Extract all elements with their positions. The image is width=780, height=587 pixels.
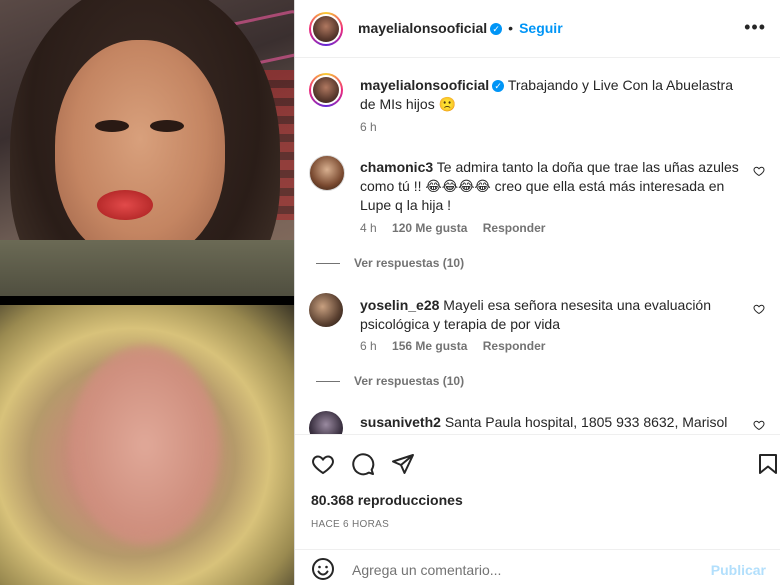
bookmark-icon[interactable]: [756, 452, 780, 476]
comment-avatar[interactable]: [309, 155, 345, 191]
comment-text: Santa Paula hospital, 1805 933 8632, Mar…: [444, 414, 728, 430]
comment-username[interactable]: yoselin_e28: [360, 297, 439, 313]
comment-likes[interactable]: 120 Me gusta: [392, 221, 467, 235]
like-comment-heart-icon[interactable]: [753, 419, 765, 431]
comment-avatar[interactable]: [309, 293, 343, 327]
view-replies-button[interactable]: Ver respuestas (10): [316, 256, 464, 270]
comment-item: chamonic3 Te admira tanto la doña que tr…: [309, 155, 765, 275]
views-count[interactable]: 80.368 reproducciones: [311, 492, 463, 508]
comment-time: 4 h: [360, 221, 377, 235]
post-panel: mayelialonsooficial ✓ • Seguir ••• mayelial…: [295, 0, 780, 585]
add-comment-bar: Publicar: [295, 549, 780, 587]
caption: mayelialonsooficial ✓ Trabajando y Live C…: [309, 73, 765, 153]
separator-dot: •: [508, 20, 514, 36]
caption-time: 6 h: [360, 120, 377, 134]
follow-button[interactable]: Seguir: [519, 20, 563, 36]
comment-time: 6 h: [360, 339, 377, 353]
post-timestamp[interactable]: HACE 6 HORAS: [311, 519, 389, 530]
like-comment-heart-icon[interactable]: [753, 303, 765, 315]
post-media[interactable]: [0, 0, 294, 585]
comment-item: yoselin_e28 Mayeli esa señora nesesita u…: [309, 293, 765, 413]
comment-likes[interactable]: 156 Me gusta: [392, 339, 467, 353]
comment-avatar[interactable]: [309, 411, 343, 434]
verified-icon: ✓: [492, 80, 505, 93]
caption-avatar[interactable]: [309, 73, 343, 107]
emoji-icon[interactable]: [311, 557, 335, 581]
comment-icon[interactable]: [351, 452, 375, 476]
reply-button[interactable]: Responder: [483, 221, 546, 235]
view-replies-button[interactable]: Ver respuestas (10): [316, 374, 464, 388]
comment-username[interactable]: susaniveth2: [360, 414, 441, 430]
share-icon[interactable]: [391, 452, 415, 476]
post-actions: 80.368 reproducciones HACE 6 HORAS Publi…: [295, 434, 780, 586]
caption-username[interactable]: mayelialonsooficial: [360, 77, 489, 93]
verified-icon: ✓: [490, 22, 503, 35]
more-icon[interactable]: •••: [744, 18, 766, 36]
comment-item: susaniveth2 Santa Paula hospital, 1805 9…: [309, 411, 765, 434]
comment-input[interactable]: [350, 556, 714, 584]
author-avatar[interactable]: [309, 12, 343, 46]
like-comment-heart-icon[interactable]: [753, 165, 765, 177]
post-header: mayelialonsooficial ✓ • Seguir •••: [295, 0, 780, 58]
author-username[interactable]: mayelialonsooficial: [358, 20, 487, 36]
heart-icon[interactable]: [311, 452, 335, 476]
live-video-frame-bottom: [0, 305, 294, 585]
publish-button[interactable]: Publicar: [711, 562, 766, 578]
reply-button[interactable]: Responder: [483, 339, 546, 353]
comment-username[interactable]: chamonic3: [360, 159, 433, 175]
comments-list[interactable]: mayelialonsooficial ✓ Trabajando y Live C…: [295, 58, 780, 434]
live-video-frame-top: [0, 0, 294, 296]
